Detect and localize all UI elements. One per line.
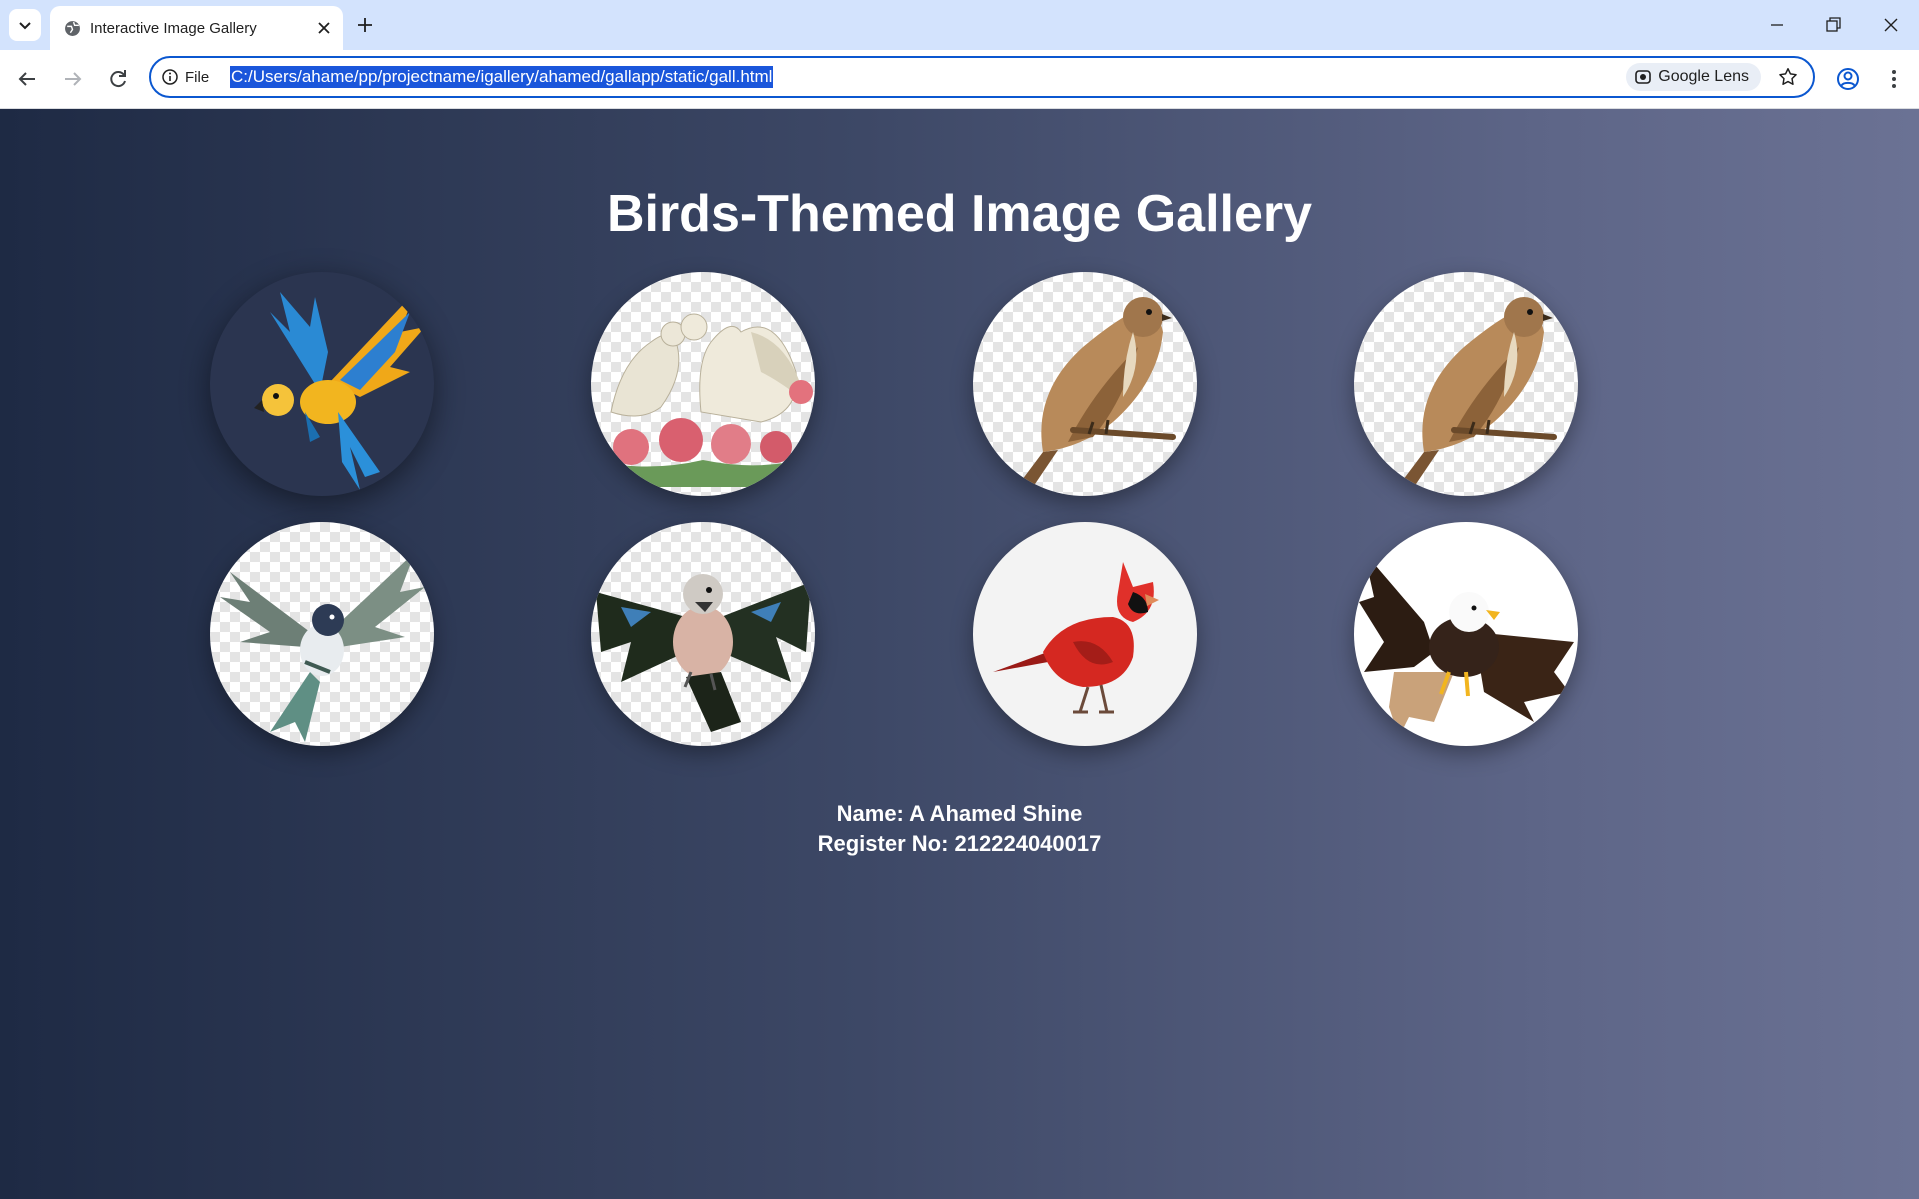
site-info-label: File <box>185 68 210 86</box>
url-text[interactable]: C:/Users/ahame/pp/projectname/igallery/a… <box>230 66 774 88</box>
profile-icon[interactable] <box>1834 65 1862 93</box>
address-bar[interactable]: File C:/Users/ahame/pp/projectname/igall… <box>149 56 1815 98</box>
page-title: Birds-Themed Image Gallery <box>606 185 1313 243</box>
forward-arrow-icon[interactable] <box>59 65 87 93</box>
minimize-icon[interactable] <box>1762 10 1792 40</box>
doves-image <box>601 313 813 487</box>
cardinal-image <box>993 562 1159 714</box>
author-name: Name: A Ahamed Shine <box>836 801 1083 826</box>
globe-icon <box>65 21 80 36</box>
back-arrow-icon[interactable] <box>13 65 41 93</box>
site-info-chip[interactable]: File <box>161 65 209 89</box>
browser-toolbar: File C:/Users/ahame/pp/projectname/igall… <box>0 50 1919 109</box>
tab-title: Interactive Image Gallery <box>90 20 257 37</box>
gallery-image-eagle[interactable] <box>1354 522 1578 746</box>
sparrow-image <box>1013 297 1176 492</box>
author-info: Name: A Ahamed Shine Register No: 212224… <box>0 799 1919 859</box>
gallery-image-sparrow-2[interactable] <box>1354 272 1578 496</box>
tab-search-button[interactable] <box>9 9 41 41</box>
gallery-image-swallow[interactable] <box>210 522 434 746</box>
bookmark-star-icon[interactable] <box>1777 66 1799 88</box>
chevron-down-icon <box>19 22 31 30</box>
macaw-image <box>254 292 425 490</box>
reload-icon[interactable] <box>104 65 132 93</box>
gallery-image-sparrow[interactable] <box>973 272 1197 496</box>
jay-image <box>596 574 811 732</box>
gallery-image-macaw[interactable] <box>210 272 434 496</box>
info-icon <box>162 69 178 85</box>
more-menu-icon[interactable] <box>1880 65 1908 93</box>
google-lens-label: Google Lens <box>1658 68 1749 85</box>
new-tab-icon[interactable] <box>353 13 377 37</box>
gallery-image-jay[interactable] <box>591 522 815 746</box>
lens-icon <box>1635 70 1652 84</box>
google-lens-button[interactable]: Google Lens <box>1626 63 1761 91</box>
sparrow-image <box>1394 297 1557 492</box>
register-number: Register No: 212224040017 <box>817 831 1102 856</box>
close-window-icon[interactable] <box>1876 10 1906 40</box>
eagle-image <box>1359 552 1574 737</box>
gallery-image-doves[interactable] <box>591 272 815 496</box>
page-content: Birds-Themed Image Gallery Name: A Ahame… <box>0 109 1919 1199</box>
tab-strip: Interactive Image Gallery <box>0 0 1919 50</box>
gallery-image-cardinal[interactable] <box>973 522 1197 746</box>
close-tab-icon[interactable] <box>315 19 333 37</box>
active-tab[interactable]: Interactive Image Gallery <box>50 6 343 50</box>
swallow-image <box>220 552 425 742</box>
restore-icon[interactable] <box>1818 10 1848 40</box>
